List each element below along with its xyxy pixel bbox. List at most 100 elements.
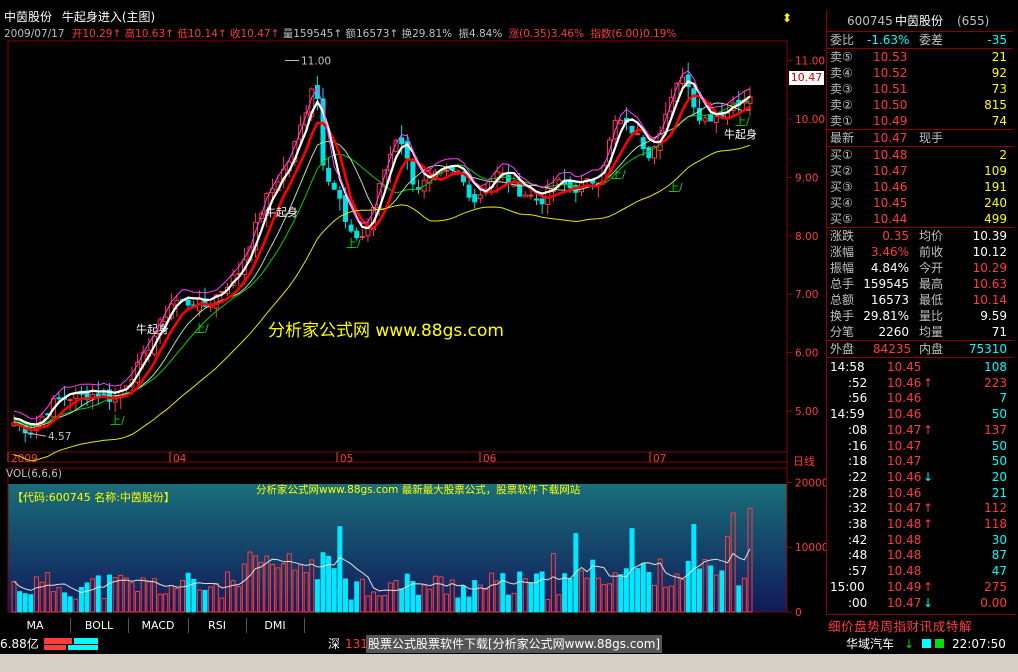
ask-row: 卖③ 10.51 73 [827,81,1013,97]
candle [472,194,478,203]
low-marker [23,431,47,437]
stat-label: 涨跌 [830,229,855,243]
volume-bar [95,575,101,613]
xianshou-label: 现手 [919,131,944,145]
tick-row: 15:00 10.49 ↑ 275 [827,579,1013,595]
up-signal-label: 上/ [735,115,750,128]
info-index: (6.00)0.19% [611,28,677,40]
status-stock-alert[interactable]: 华域汽车 [846,635,894,653]
volume-bar [500,573,506,613]
info-vol: 159545 [293,28,334,40]
ask-row: 卖① 10.49 74 [827,113,1013,129]
info-amplitude: 4.84% [468,28,503,40]
stat-label: 量比 [919,309,944,323]
side-bottom-tabs[interactable]: 细价盘势周指财讯成特解 [826,614,1016,635]
volume-bar [466,596,472,613]
up-signal-label: 上/ [346,237,361,250]
status-square-icon [922,639,931,648]
tick-time: :48 [848,548,868,563]
stock-count: (655) [957,14,990,28]
candle [713,116,719,124]
up-arrow-icon: ↑ [270,28,280,40]
signal-label: 牛起身 [136,322,169,336]
info-change: (0.35)3.46% [519,28,585,40]
tick-price: 10.48 [887,548,922,563]
info-close: 10.47 [240,28,271,40]
up-signal-label: 上/ [110,414,125,427]
stat-label: 分笔 [830,325,855,339]
tab-dmi[interactable]: DMI [246,618,305,633]
tick-volume: 137 [984,422,1007,437]
volume-bar [640,563,646,613]
y-tick-label: 8.00 [795,231,818,243]
ask-volume: 92 [991,66,1007,80]
quote-panel: 600745 中茵股份 (655) 委比 -1.63% 委差 -35 最新 10… [826,10,1013,632]
candle [708,113,714,122]
bid-label: 买⑤ [830,212,853,226]
tick-row: 14:58 10.45 108 [827,359,1013,375]
daily-label[interactable]: 日线 [793,453,815,469]
tick-volume: 20 [991,469,1007,484]
bid-row: 买② 10.47 109 [827,163,1013,179]
tick-price: 10.46 [887,485,922,500]
candle [522,194,528,198]
stat-row: 振幅 4.84% 今开 10.29 [827,260,1013,276]
candle [56,397,62,400]
ask-row: 卖④ 10.52 92 [827,65,1013,81]
tab-macd[interactable]: MACD [128,618,189,633]
tick-volume: 118 [984,517,1007,531]
tick-price: 10.47 [887,438,922,453]
side-tabs-label[interactable]: 细价盘势周指财讯成特解 [828,616,972,635]
y-tick-label: 6.00 [795,348,818,360]
ask-row: 卖② 10.50 815 [827,97,1013,113]
last-value: 10.47 [873,131,908,145]
candle [348,224,354,232]
up-arrow-icon: ↑ [217,28,227,40]
candle [337,189,343,199]
tick-time: 14:59 [830,407,865,422]
tick-arrow-icon: ↑ [923,375,934,390]
tab-ma[interactable]: MA [0,618,71,633]
stat-row: 总额 16573 最低 10.14 [827,292,1013,308]
ask-price: 10.52 [873,66,908,80]
last-label: 最新 [830,131,855,145]
lock-icon[interactable]: ⬍ [782,11,796,25]
down-arrow-icon: ↓ [904,637,915,651]
tab-boll[interactable]: BOLL [70,618,129,633]
app-window: 11.00 10.00 9.00 8.00 7.00 6.00 5.00 2009 04 05 06… [0,0,1018,672]
volume-bar [460,585,466,613]
tick-row: :38 10.48 ↑ 118 [827,516,1013,532]
volume-bar [22,593,28,613]
ask-row: 卖⑤ 10.53 21 [827,49,1013,65]
info-amount: 16573 [356,28,390,40]
candle [635,133,641,136]
bid-volume: 109 [984,164,1007,178]
info-high: 10.63 [135,28,166,40]
status-bars [44,638,100,650]
tick-volume: 108 [984,360,1007,374]
tick-arrow-icon: ↓ [923,595,934,610]
ask-label: 卖⑤ [830,50,853,64]
tick-volume: 47 [991,564,1007,579]
tick-volume: 50 [991,454,1007,469]
tab-rsi[interactable]: RSI [188,618,247,633]
info-open-label: 开 [71,28,83,40]
volume-bar [517,571,523,613]
tick-volume: 87 [991,548,1007,563]
info-low: 10.14 [187,28,218,40]
candle [101,393,107,396]
tick-time: :42 [848,532,868,547]
volume-bar [696,568,702,613]
tick-time: :08 [848,422,868,437]
info-bar: 2009/07/17 开10.29↑ 高10.63↑ 低10.14↑ 收10.4… [4,27,676,41]
stat-value: 10.29 [972,261,1007,275]
stat-row: 涨幅 3.46% 前收 10.12 [827,244,1013,260]
tick-time: :38 [848,517,868,531]
ad-text: 分析家公式网www.88gs.com 最新最大股票公式，股票软件下载网站 [256,484,581,496]
tick-row: :32 10.47 ↑ 112 [827,500,1013,516]
status-ad[interactable]: 股票公式股票软件下载[分析家公式网www.88gs.com] [366,635,663,653]
trend-line-lightgreen [13,102,751,429]
bid-price: 10.47 [873,164,908,178]
ask-label: 卖④ [830,66,853,80]
bid-price: 10.45 [873,196,908,210]
